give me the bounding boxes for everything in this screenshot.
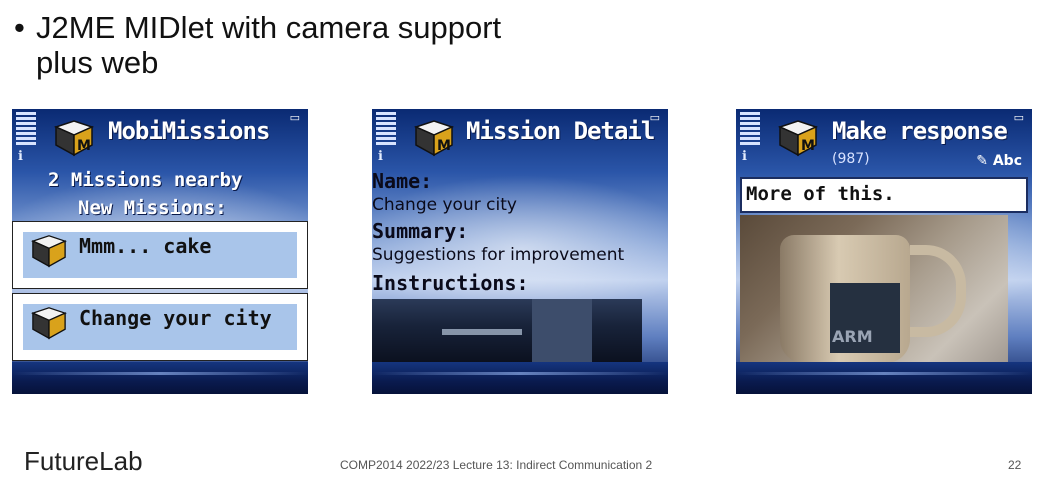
input-mode-label: Abc — [992, 153, 1022, 169]
name-value: Change your city — [372, 195, 517, 215]
instructions-label: Instructions: — [372, 271, 529, 295]
antenna-icon: ℹ — [742, 149, 747, 164]
phone-screen-missions: ℹ ▭ M MobiMissions 2 Missions nearby New… — [12, 109, 308, 394]
mug-image: ARM — [780, 235, 910, 363]
mission-photo — [372, 299, 642, 365]
list-item-mission[interactable]: Mmm... cake — [12, 221, 308, 289]
mobimissions-logo-icon: M — [413, 120, 455, 157]
phone-screen-detail: ℹ ▭ M Mission Detail Name: Change your c… — [372, 109, 668, 394]
footer-brand: FutureLab — [24, 446, 143, 476]
antenna-icon: ℹ — [378, 149, 383, 164]
mission-logo-icon — [31, 235, 67, 268]
page-number: 22 — [1008, 458, 1022, 472]
bullet-text: • J2ME MIDlet with camera support plus w… — [14, 10, 501, 80]
mission-label: Change your city — [79, 306, 272, 330]
battery-icon: ▭ — [289, 111, 300, 124]
new-missions-heading: New Missions: — [78, 197, 227, 219]
mission-logo-icon — [31, 307, 67, 340]
camera-photo: ARM — [740, 215, 1008, 365]
softkey-bar — [372, 362, 668, 394]
svg-text:M: M — [437, 138, 451, 154]
response-text-field[interactable]: More of this. — [740, 177, 1028, 213]
bullet-line-1: J2ME MIDlet with camera support — [36, 10, 502, 45]
battery-icon: ▭ — [1013, 111, 1024, 124]
pen-icon: ✎ — [976, 153, 988, 169]
input-mode-indicator: ✎ Abc — [976, 153, 1022, 169]
signal-strength-icon — [16, 112, 36, 147]
svg-text:M: M — [801, 138, 815, 154]
signal-strength-icon — [376, 112, 396, 147]
bullet-line-2: plus web — [36, 45, 159, 80]
svg-text:M: M — [77, 138, 91, 154]
mobimissions-logo-icon: M — [777, 120, 819, 157]
mug-logo-text: ARM — [832, 327, 873, 346]
list-item-mission[interactable]: Change your city — [12, 293, 308, 361]
screen-title: Make response — [832, 117, 1008, 145]
response-text-value: More of this. — [746, 183, 895, 205]
softkey-bar — [12, 362, 308, 394]
character-count: (987) — [832, 151, 870, 167]
name-label: Name: — [372, 169, 433, 193]
screen-title: MobiMissions — [108, 117, 270, 145]
phone-screen-response: ℹ ▭ M Make response (987) ✎ Abc More of … — [736, 109, 1032, 394]
softkey-bar — [736, 362, 1032, 394]
missions-nearby-text: 2 Missions nearby — [48, 169, 243, 191]
summary-label: Summary: — [372, 219, 469, 243]
antenna-icon: ℹ — [18, 149, 23, 164]
signal-strength-icon — [740, 112, 760, 147]
mission-label: Mmm... cake — [79, 234, 212, 258]
footer-course: COMP2014 2022/23 Lecture 13: Indirect Co… — [340, 458, 653, 472]
screen-title: Mission Detail — [466, 117, 655, 145]
summary-value: Suggestions for improvement — [372, 245, 625, 265]
mobimissions-logo-icon: M — [53, 120, 95, 157]
bullet-dot: • — [14, 10, 25, 45]
